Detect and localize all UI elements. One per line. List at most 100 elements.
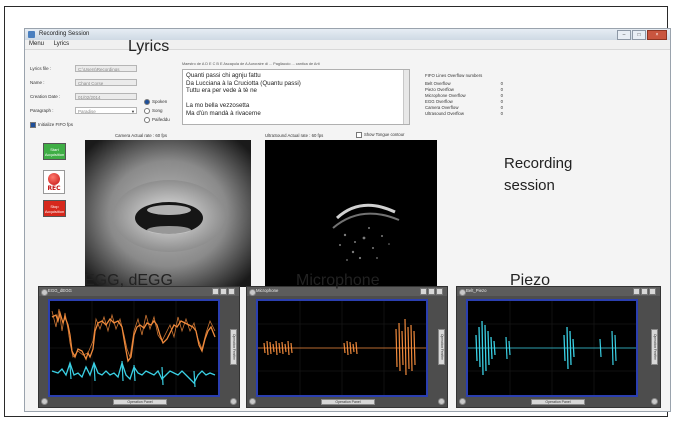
knob-icon: [41, 398, 48, 405]
knob-icon: [438, 398, 445, 405]
panel-toolbar: [212, 288, 235, 295]
piezo-annotation: Piezo: [510, 272, 551, 289]
panel-maximize-button[interactable]: [228, 288, 235, 295]
tongue-contour-checkbox[interactable]: Show Tongue contour: [356, 132, 404, 138]
camera-lips-image: [85, 140, 251, 287]
fifo-overflow-panel: FIFO Lines Overflow numbers Belt Overflo…: [425, 73, 503, 117]
recording-annotation-line1: Recording: [504, 155, 573, 172]
ultrasound-view: [265, 140, 437, 287]
panel-restore-button[interactable]: [428, 288, 435, 295]
side-operation-button[interactable]: Operation Fenêtre: [230, 329, 237, 365]
microphone-panel: Microphone Operation Fenêtre Operation P…: [246, 286, 448, 408]
knob-icon: [249, 398, 256, 405]
radio-label: Paifeddu: [152, 117, 170, 123]
lyrics-line: [186, 95, 406, 103]
paragraph-value: Paradise: [78, 109, 96, 114]
lyrics-annotation: Lyrics: [128, 38, 170, 55]
piezo-waveform: [468, 301, 636, 395]
ultrasound-rate-label: UltraSound Actual rate : 60 fps: [265, 133, 324, 138]
radio-indicator: [144, 117, 150, 123]
menu-item-menu[interactable]: Menu: [29, 41, 44, 47]
egg-plot: [48, 299, 220, 397]
lyrics-file-input[interactable]: C:\Users\Recordings: [75, 65, 137, 72]
record-button[interactable]: REC: [43, 170, 65, 194]
checkbox-label: Initialize FIFO fps: [38, 122, 74, 128]
microphone-annotation: Microphone: [296, 272, 380, 289]
radio-spoken[interactable]: Spoken: [144, 99, 167, 105]
lyrics-line: La mo bella vezzosetta: [186, 102, 250, 110]
record-icon: [48, 173, 60, 185]
radio-indicator: [144, 99, 150, 105]
paragraph-select[interactable]: Paradise ▼: [75, 107, 137, 114]
lyrics-textarea[interactable]: Quanti passi chi agnju fattu Da Lucciana…: [182, 69, 410, 125]
panel-toolbar: [633, 288, 656, 295]
piezo-panel: Belt_Piezo Operation Fenêtre Operation P…: [456, 286, 661, 408]
app-icon: [28, 31, 35, 38]
knob-icon: [459, 289, 466, 296]
recording-session-window: Recording Session – □ × Menu Lyrics Lyri…: [24, 28, 671, 412]
panel-maximize-button[interactable]: [436, 288, 443, 295]
side-operation-button[interactable]: Operation Fenêtre: [438, 329, 445, 365]
camera-view: [85, 140, 251, 287]
camera-rate-label: Camera Actual rate : 60 fps: [115, 133, 168, 138]
panel-restore-button[interactable]: [641, 288, 648, 295]
paragraph-label: Paragraph :: [30, 108, 54, 113]
egg-annotation: EGG, dEGG: [84, 272, 173, 289]
minimize-button[interactable]: –: [617, 30, 631, 40]
operation-panel-button[interactable]: Operation Panel: [531, 399, 585, 405]
menu-bar: Menu Lyrics: [25, 40, 670, 50]
chevron-down-icon: ▼: [131, 109, 135, 114]
radio-song[interactable]: Song: [144, 108, 163, 114]
panel-title: Microphone: [256, 288, 279, 293]
creation-date-label: Creation Date :: [30, 94, 61, 99]
panel-title: Belt_Piezo: [466, 288, 487, 293]
radio-indicator: [144, 108, 150, 114]
operation-panel-button[interactable]: Operation Panel: [113, 399, 167, 405]
knob-icon: [459, 398, 466, 405]
side-operation-button[interactable]: Operation Fenêtre: [651, 329, 658, 365]
creation-date-input[interactable]: 01/02/2014: [75, 93, 137, 100]
checkbox-indicator: [356, 132, 362, 138]
lyrics-header: Maestro de A D E C B E Ascapula de A Aur…: [182, 62, 320, 66]
panel-maximize-button[interactable]: [649, 288, 656, 295]
egg-waveform: [50, 301, 218, 395]
record-label: REC: [47, 185, 61, 192]
operation-panel-button[interactable]: Operation Panel: [321, 399, 375, 405]
panel-restore-button[interactable]: [220, 288, 227, 295]
start-acquisition-button[interactable]: Start Acquisition: [43, 143, 66, 160]
maximize-button[interactable]: □: [632, 30, 646, 40]
radio-paifeddu[interactable]: Paifeddu: [144, 117, 170, 123]
radio-label: Spoken: [152, 99, 168, 105]
lyrics-file-label: Lyrics file :: [30, 66, 52, 71]
lyrics-line: Tuttu era per vede à tè ne: [186, 87, 257, 95]
title-bar: Recording Session – □ ×: [25, 29, 670, 40]
fifo-value: 0: [500, 111, 503, 116]
close-button[interactable]: ×: [647, 30, 667, 40]
stop-acquisition-button[interactable]: Stop Acquisition: [43, 200, 66, 217]
lyrics-line: Quanti passi chi agnju fattu: [186, 72, 261, 79]
panel-toolbar: [420, 288, 443, 295]
panel-header: [457, 287, 660, 296]
menu-item-lyrics[interactable]: Lyrics: [54, 41, 69, 47]
panel-minimize-button[interactable]: [212, 288, 219, 295]
panel-minimize-button[interactable]: [420, 288, 427, 295]
knob-icon: [651, 398, 658, 405]
knob-icon: [41, 289, 48, 296]
knob-icon: [249, 289, 256, 296]
name-label: Name :: [30, 80, 45, 85]
lyrics-scrollbar[interactable]: [403, 70, 409, 124]
microphone-waveform: [258, 301, 426, 395]
fifo-label: Ultrasound Overflow: [425, 111, 464, 116]
knob-icon: [230, 398, 237, 405]
checkbox-label: Show Tongue contour: [364, 132, 405, 138]
panel-minimize-button[interactable]: [633, 288, 640, 295]
figure-frame: Recording Session – □ × Menu Lyrics Lyri…: [4, 6, 671, 417]
initialize-fifo-checkbox[interactable]: Initialize FIFO fps: [30, 122, 73, 128]
egg-panel: EGG_dEGG Operation Fenêtre Operation Pan…: [38, 286, 240, 408]
fifo-row: Ultrasound Overflow 0: [425, 111, 503, 117]
recording-annotation-line2: session: [504, 177, 555, 194]
fifo-title: FIFO Lines Overflow numbers: [425, 73, 483, 78]
lyrics-line: Ma d'ùn mandà à rivacerne: [186, 109, 261, 117]
name-input[interactable]: Chant Corse: [75, 79, 137, 86]
panel-title: EGG_dEGG: [48, 288, 72, 293]
